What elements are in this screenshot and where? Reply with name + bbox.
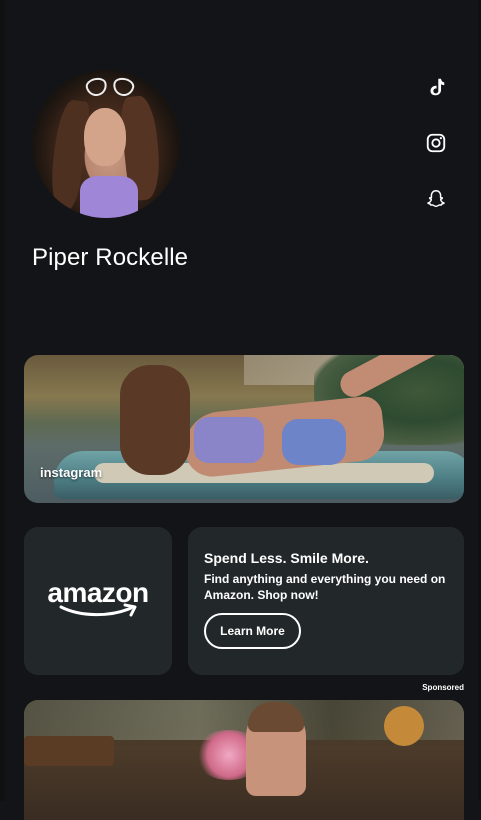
- instagram-link[interactable]: [424, 131, 448, 155]
- learn-more-button[interactable]: Learn More: [204, 613, 301, 649]
- snapchat-link[interactable]: [424, 187, 448, 211]
- link-card-label: instagram: [40, 465, 103, 480]
- instagram-icon: [426, 133, 446, 153]
- tiktok-icon: [430, 78, 445, 96]
- image-link-card[interactable]: [24, 700, 464, 820]
- avatar: [32, 70, 180, 218]
- instagram-link-card[interactable]: instagram: [24, 355, 464, 503]
- page-edge-left: [0, 0, 5, 801]
- profile-name: Piper Rockelle: [32, 244, 189, 271]
- snapchat-icon: [427, 190, 445, 208]
- avatar-shirt: [80, 176, 138, 218]
- amazon-smile-icon: [59, 603, 137, 617]
- avatar-heart-glasses: [84, 76, 136, 98]
- ad-title: Spend Less. Smile More.: [204, 550, 369, 566]
- ad-description: Find anything and everything you need on…: [204, 572, 446, 602]
- sponsored-label: Sponsored: [422, 683, 464, 692]
- amazon-logo-tile[interactable]: amazon: [24, 527, 172, 675]
- ad-card[interactable]: Spend Less. Smile More. Find anything an…: [188, 527, 464, 675]
- avatar-face: [84, 108, 126, 166]
- tiktok-link[interactable]: [424, 75, 448, 99]
